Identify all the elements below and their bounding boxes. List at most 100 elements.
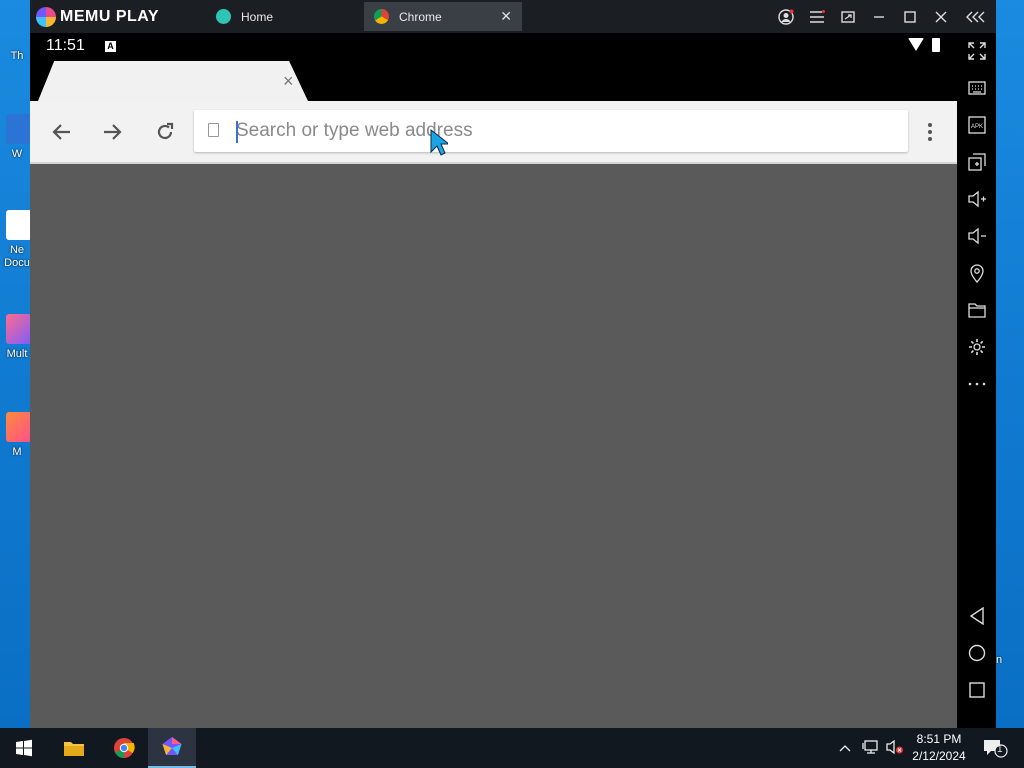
close-window-icon[interactable] xyxy=(926,0,956,33)
tab-home[interactable]: Home xyxy=(206,2,362,31)
gear-icon xyxy=(969,339,985,355)
tab-chrome[interactable]: Chrome ✕ xyxy=(364,2,522,31)
memu-titlebar: MEMU PLAY Home Chrome ✕ xyxy=(30,0,996,33)
memu-icon xyxy=(162,737,182,755)
close-tab-icon[interactable]: × xyxy=(283,71,294,92)
taskbar-clock[interactable]: 8:51 PM 2/12/2024 xyxy=(906,731,972,765)
desktop-icon-label: Th xyxy=(10,50,24,62)
mouse-pointer-icon xyxy=(430,129,448,156)
desktop-icon[interactable]: Th xyxy=(0,38,34,63)
memu-logo: MEMU PLAY xyxy=(36,6,159,28)
memu-icon xyxy=(6,412,32,442)
desktop-icon[interactable]: Mult xyxy=(0,314,34,361)
folder-icon xyxy=(968,303,986,318)
memu-sidebar: APK xyxy=(957,33,996,728)
location-pin-icon xyxy=(970,264,984,283)
desktop-icon[interactable]: Ne Docu xyxy=(0,210,34,270)
status-clock: 11:51 xyxy=(46,37,85,54)
desktop-icon[interactable]: W xyxy=(0,114,34,161)
taskbar-date: 2/12/2024 xyxy=(912,749,966,763)
fullscreen-button[interactable] xyxy=(964,38,990,64)
word-icon xyxy=(6,114,32,144)
chrome-tab[interactable]: × xyxy=(38,61,308,101)
text-cursor xyxy=(236,121,238,143)
notification-center-icon[interactable]: 1 xyxy=(983,738,1009,761)
reload-icon xyxy=(157,122,174,140)
settings-button[interactable] xyxy=(964,334,990,360)
square-recents-icon xyxy=(969,682,985,698)
memu-taskbar-button[interactable] xyxy=(148,728,196,768)
minimize-icon[interactable] xyxy=(864,0,894,33)
desktop-icon[interactable]: M xyxy=(0,412,34,459)
android-back-button[interactable] xyxy=(964,603,990,629)
chrome-icon xyxy=(114,738,135,759)
memu-window: MEMU PLAY Home Chrome ✕ 11:51 A × Search… xyxy=(30,0,996,728)
page-icon xyxy=(208,123,219,137)
collapse-sidebar-icon[interactable] xyxy=(961,0,991,33)
multi-window-button[interactable] xyxy=(964,149,990,175)
memu-brand-text: MEMU PLAY xyxy=(60,8,160,25)
status-badge: A xyxy=(105,41,116,52)
document-icon xyxy=(6,210,32,240)
windows-taskbar: 8:51 PM 2/12/2024 1 xyxy=(0,728,1024,768)
location-button[interactable] xyxy=(964,260,990,286)
tab-label: Chrome xyxy=(399,9,442,24)
desktop-icon-label: Mult xyxy=(6,348,28,360)
volume-muted-icon[interactable] xyxy=(886,739,904,758)
shortcut-icon xyxy=(6,38,32,46)
close-tab-icon[interactable]: ✕ xyxy=(500,8,512,25)
windows-logo-icon xyxy=(16,739,32,757)
android-status-bar: 11:51 A xyxy=(30,33,957,61)
dot xyxy=(928,130,932,134)
file-explorer-button[interactable] xyxy=(50,728,98,768)
desktop-icon-label: M xyxy=(12,446,22,458)
desktop-icon-label: Ne Docu xyxy=(4,244,30,269)
volume-up-button[interactable] xyxy=(964,186,990,212)
reload-button[interactable] xyxy=(148,115,182,149)
dot xyxy=(928,123,932,127)
android-home-button[interactable] xyxy=(964,640,990,666)
android-screen: 11:51 A × xyxy=(30,33,957,728)
resize-window-icon[interactable] xyxy=(833,0,863,33)
more-button[interactable] xyxy=(964,371,990,397)
chrome-toolbar xyxy=(30,101,957,164)
keyboard-icon xyxy=(968,81,986,95)
volume-up-icon xyxy=(968,190,986,208)
shared-folder-button[interactable] xyxy=(964,297,990,323)
apk-install-button[interactable]: APK xyxy=(964,112,990,138)
menu-icon[interactable] xyxy=(802,0,832,33)
account-icon[interactable] xyxy=(771,0,801,33)
battery-icon xyxy=(932,38,940,52)
wifi-icon xyxy=(908,38,924,51)
network-icon[interactable] xyxy=(862,739,880,758)
chrome-tab-strip: × xyxy=(30,61,957,101)
chrome-menu-button[interactable] xyxy=(918,115,942,149)
fullscreen-icon xyxy=(968,42,986,60)
apk-icon: APK xyxy=(968,116,986,134)
omnibox[interactable] xyxy=(194,110,908,152)
android-recents-button[interactable] xyxy=(964,677,990,703)
home-app-icon xyxy=(216,9,231,24)
back-button[interactable] xyxy=(44,115,78,149)
chrome-taskbar-button[interactable] xyxy=(100,728,148,768)
triangle-back-icon xyxy=(969,607,984,625)
arrow-right-icon xyxy=(104,124,122,140)
keyboard-button[interactable] xyxy=(964,75,990,101)
svg-text:APK: APK xyxy=(971,124,983,130)
chrome-icon xyxy=(374,9,389,24)
tab-label: Home xyxy=(241,9,274,24)
maximize-icon[interactable] xyxy=(895,0,925,33)
notification-count: 1 xyxy=(997,744,1003,755)
show-hidden-icons-icon[interactable] xyxy=(839,739,851,755)
folder-icon xyxy=(64,742,84,756)
forward-button[interactable] xyxy=(96,115,130,149)
address-input[interactable] xyxy=(236,110,886,152)
desktop-icon-label: W xyxy=(11,148,23,160)
volume-down-button[interactable] xyxy=(964,223,990,249)
start-button[interactable] xyxy=(0,728,48,768)
memu-logo-icon xyxy=(36,7,56,27)
desktop-icon-label: n xyxy=(996,654,1003,666)
volume-down-icon xyxy=(968,227,986,245)
taskbar-time: 8:51 PM xyxy=(916,732,962,746)
more-dots-icon xyxy=(968,382,986,386)
